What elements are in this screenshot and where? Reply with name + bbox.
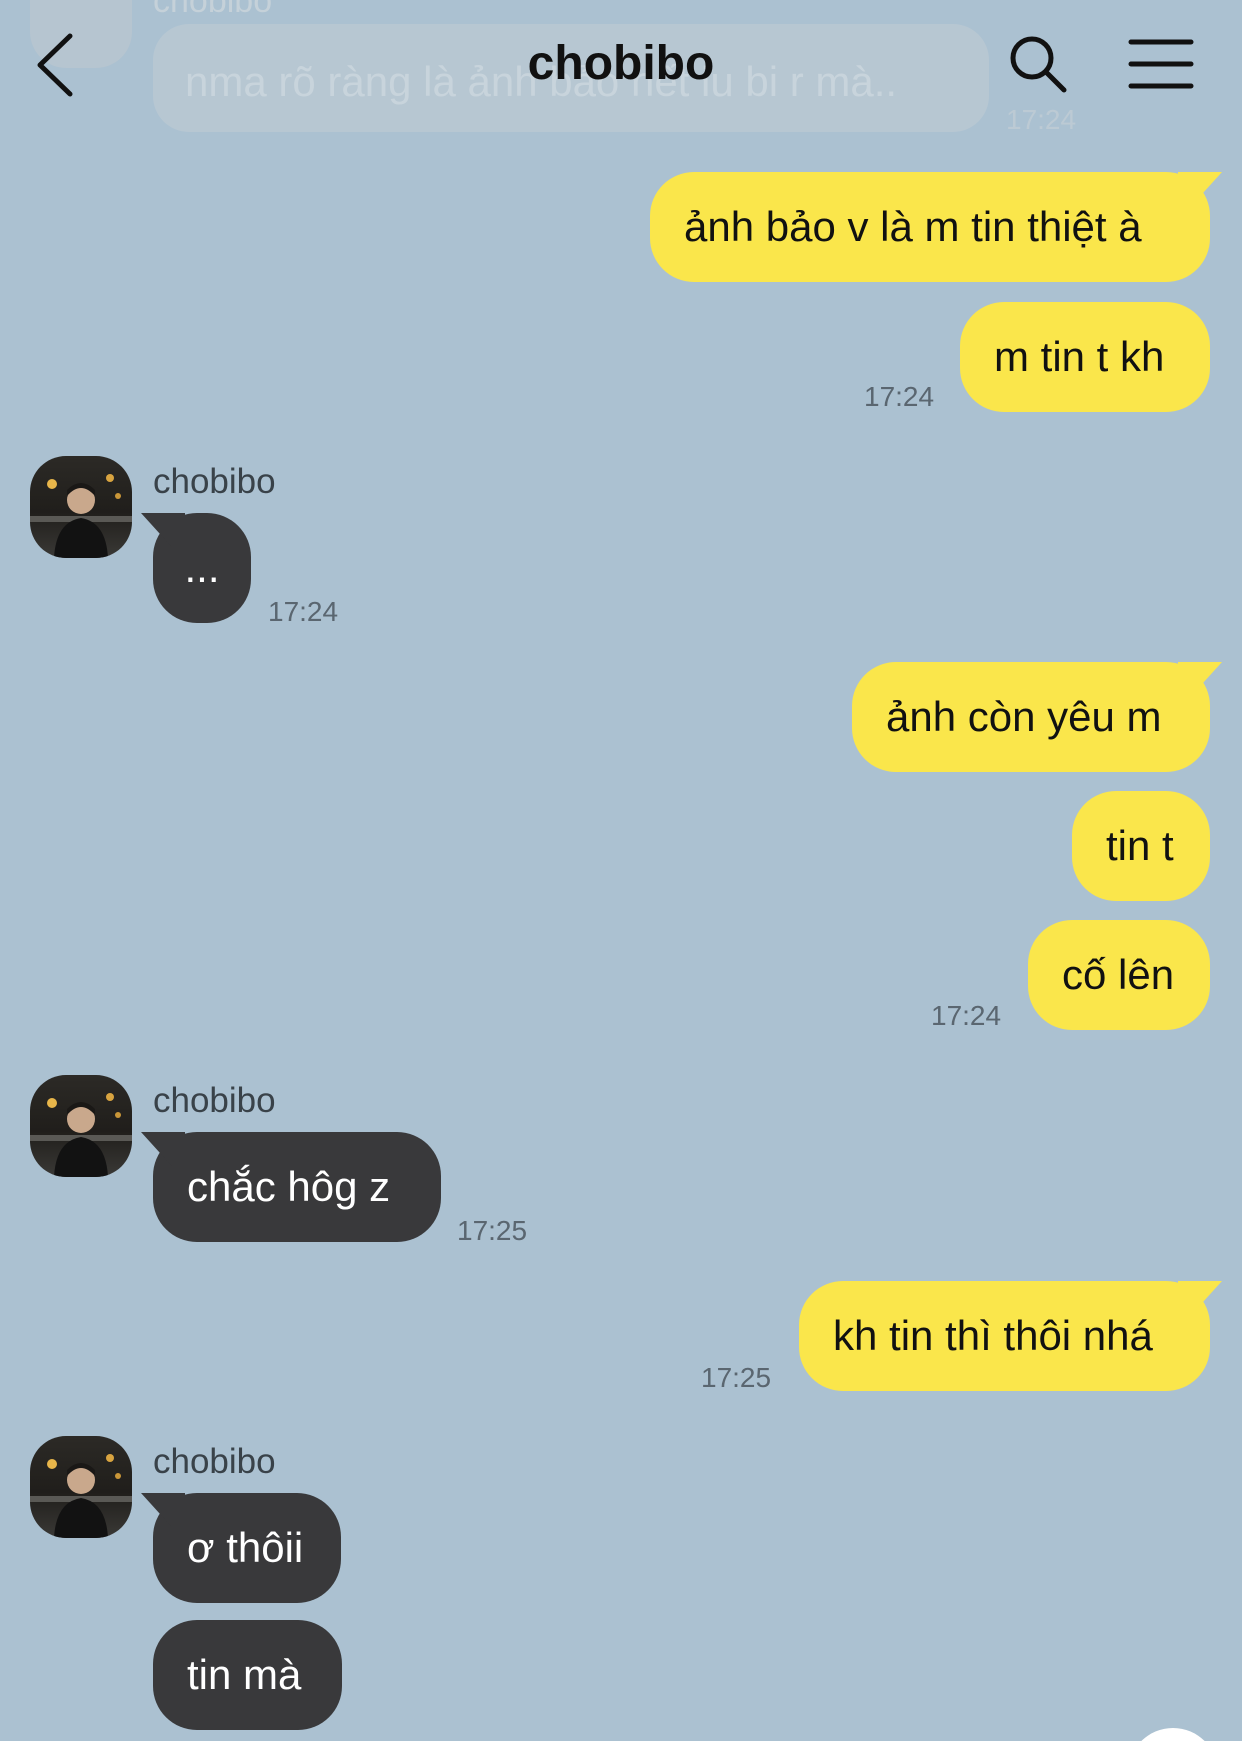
message-time: 17:25 (457, 1215, 528, 1246)
outgoing-message-bubble[interactable]: m tin t kh (960, 302, 1210, 412)
sender-name: chobibo (153, 1081, 276, 1120)
sender-name: chobibo (153, 462, 276, 501)
search-button[interactable] (1008, 34, 1068, 94)
message-time: 17:24 (931, 1000, 1002, 1031)
incoming-message-bubble[interactable]: chắc hôg z (153, 1132, 441, 1242)
avatar-photo-icon (30, 1454, 132, 1538)
outgoing-message-bubble[interactable]: kh tin thì thôi nhá (799, 1281, 1210, 1391)
outgoing-message-bubble[interactable]: ảnh bảo v là m tin thiệt à (650, 172, 1210, 282)
outgoing-message-bubble[interactable]: cố lên (1028, 920, 1210, 1030)
scroll-down-button[interactable] (1128, 1728, 1218, 1741)
incoming-message-bubble[interactable]: tin mà (153, 1620, 342, 1730)
contact-avatar[interactable] (30, 456, 132, 558)
menu-button[interactable] (1128, 38, 1194, 90)
incoming-message-bubble[interactable]: ơ thôii (153, 1493, 341, 1603)
chat-header: chobibo (0, 0, 1242, 140)
avatar-photo-icon (30, 474, 132, 558)
incoming-message-bubble[interactable]: ... (153, 513, 251, 623)
menu-icon (1128, 39, 1194, 89)
outgoing-message-bubble[interactable]: ảnh còn yêu m (852, 662, 1210, 772)
outgoing-message-bubble[interactable]: tin t (1072, 791, 1210, 901)
chat-screen: chobibo nma rõ ràng là ảnh bảo hết iu bi… (0, 0, 1242, 1741)
search-icon (1010, 36, 1067, 93)
avatar-photo-icon (30, 1093, 132, 1177)
message-time: 17:24 (864, 381, 935, 412)
sender-name: chobibo (153, 1442, 276, 1481)
message-time: 17:25 (701, 1362, 772, 1393)
contact-avatar[interactable] (30, 1436, 132, 1538)
message-time: 17:24 (268, 596, 339, 627)
contact-avatar[interactable] (30, 1075, 132, 1177)
